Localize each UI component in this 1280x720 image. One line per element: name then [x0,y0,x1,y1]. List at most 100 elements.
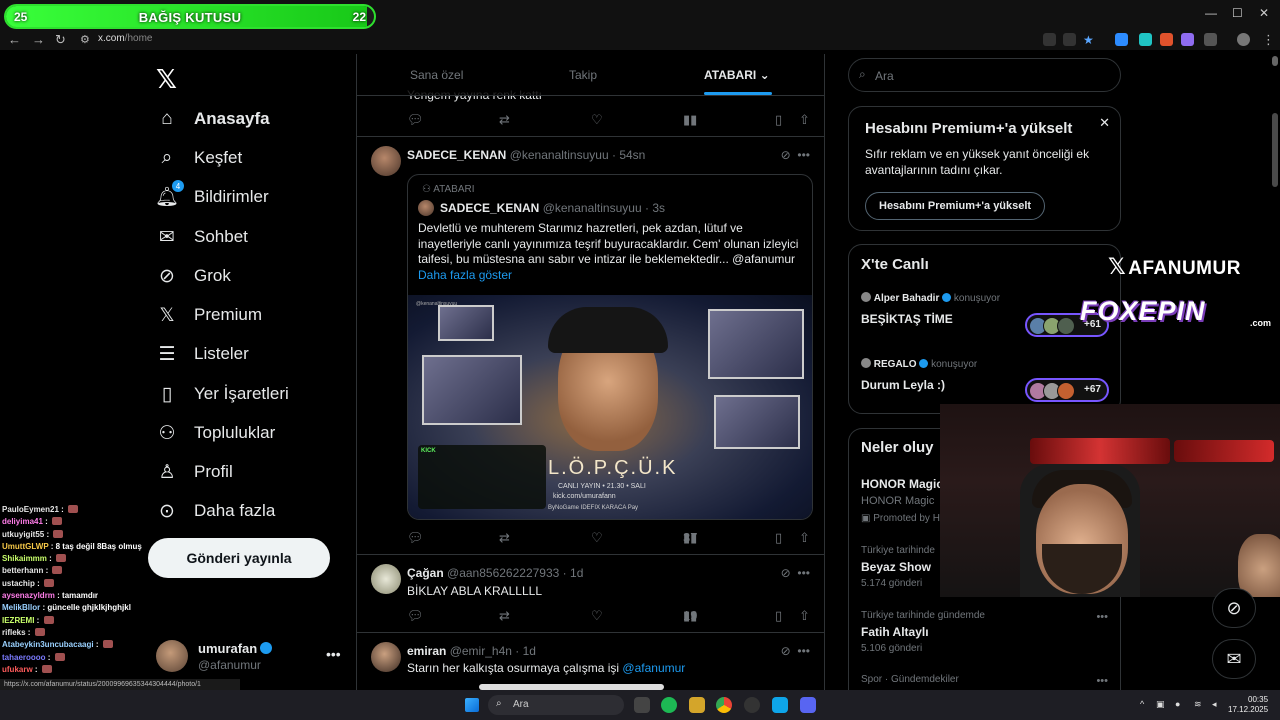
extension-teal-icon[interactable] [1139,33,1152,46]
grok-icon[interactable]: ⊘ [781,566,791,580]
chat-line: Atabeykin3uncubacaagi : [2,639,152,651]
grok-icon[interactable]: ⊘ [781,644,791,658]
reload-icon[interactable]: ↻ [55,32,66,48]
views-icon[interactable]: ▮▮ [683,112,697,128]
profile-avatar-icon[interactable] [1237,33,1250,46]
nav-messages[interactable]: ✉ Sohbet [156,222,248,252]
bookmark-icon[interactable]: ▯ [775,530,782,546]
extensions-puzzle-icon[interactable] [1204,33,1217,46]
maximize-button[interactable]: ☐ [1232,6,1243,20]
x-logo-icon[interactable]: 𝕏 [156,64,177,95]
tweet-time[interactable]: 1d [570,566,583,580]
browser-menu-icon[interactable]: ⋮ [1262,32,1275,48]
search-input[interactable]: ⌕ Ara [848,58,1121,92]
extension-fox-icon[interactable] [1160,33,1173,46]
site-info-icon[interactable]: ⚙ [80,33,90,46]
show-more-link[interactable]: Daha fazla göster [418,268,512,282]
chrome-icon[interactable] [716,697,732,713]
nav-grok[interactable]: ⊘ Grok [156,261,231,291]
scrollbar-thumb[interactable] [1272,113,1278,187]
post-button[interactable]: Gönderi yayınla [148,538,330,578]
tweet-time[interactable]: 54sn [619,148,645,162]
retweet-icon[interactable]: ⇄ [499,112,510,128]
more-icon[interactable]: ••• [1096,611,1108,623]
more-icon[interactable]: ••• [797,148,810,162]
reply-icon[interactable]: 💬︎ [407,530,424,546]
account-more-icon[interactable]: ••• [326,646,341,662]
taskbar-search[interactable]: ⌕ Ara [488,695,624,715]
tab-atabari[interactable]: ATABARI ⌄ [704,68,770,82]
back-icon[interactable]: ← [8,32,21,47]
nav-bookmarks[interactable]: ▯ Yer İşaretleri [156,379,289,409]
app-icon[interactable] [772,697,788,713]
windows-start-icon[interactable] [465,698,479,712]
nav-communities[interactable]: ⚇ Topluluklar [156,418,275,448]
tweet-author[interactable]: SADECE_KENAN [407,148,506,162]
discord-icon[interactable] [800,697,816,713]
tab-for-you[interactable]: Sana özel [410,68,463,82]
share-icon[interactable]: ⇧ [799,112,810,128]
nav-notifications[interactable]: 🔔︎ 4 Bildirimler [155,180,269,212]
close-icon[interactable]: ✕ [1099,115,1110,131]
retweet-icon[interactable]: ⇄ [499,608,510,624]
url-field[interactable]: x.com/home [98,33,152,44]
mic-icon[interactable]: ● [1175,699,1180,709]
minimize-button[interactable]: — [1205,6,1217,20]
share-icon[interactable]: ⇧ [799,530,810,546]
nav-premium[interactable]: 𝕏 Premium [156,300,262,330]
messages-float-icon[interactable]: ✉ [1212,639,1256,679]
like-icon[interactable]: ♡ [591,530,603,546]
nav-lists[interactable]: ☰ Listeler [156,339,248,369]
live-listeners-pill[interactable]: +67 [1025,378,1109,402]
nav-profile[interactable]: ♙ Profil [156,457,232,487]
retweet-icon[interactable]: ⇄ [499,530,510,546]
taskbar-clock[interactable]: 00:35 17.12.2025 [1228,695,1268,715]
forward-icon[interactable]: → [32,32,45,47]
tweet-author[interactable]: emiran [407,644,446,658]
spotify-icon[interactable] [661,697,677,713]
tweet-author[interactable]: Çağan [407,566,444,580]
nav-more[interactable]: ⊙ Daha fazla [156,496,275,526]
tweet-time[interactable]: 1d [523,644,536,658]
tweet-handle[interactable]: @emir_h4n [450,644,512,658]
close-window-button[interactable]: ✕ [1259,6,1269,20]
volume-icon[interactable]: ◂ [1212,699,1217,710]
star-icon[interactable]: ★ [1083,33,1096,47]
network-icon[interactable]: ▣ [1156,699,1165,710]
wifi-icon[interactable]: ≋ [1194,699,1202,710]
quoted-tweet[interactable]: ⚇ ATABARI SADECE_KENAN @kenanaltinsuyuu … [407,174,813,520]
tweet-handle[interactable]: @kenanaltinsuyuu [510,148,609,162]
explorer-icon[interactable] [689,697,705,713]
account-switcher[interactable]: umurafan @afanumur ••• [156,640,346,676]
tweet-handle[interactable]: @aan856262227933 [447,566,559,580]
avatar[interactable] [371,146,401,176]
tweet-image[interactable]: @kenanaltinsuyuu L.Ö.P.Ç.Ü.K CANLI YAYIN… [408,295,812,519]
extension-purple-icon[interactable] [1181,33,1194,46]
more-icon[interactable]: ••• [797,644,810,658]
avatar[interactable] [371,642,401,672]
share-icon[interactable]: ⇧ [799,608,810,624]
reply-icon[interactable]: 💬︎ [407,608,424,624]
avatar[interactable] [371,564,401,594]
like-icon[interactable]: ♡ [591,608,603,624]
nav-home[interactable]: ⌂ Anasayfa [156,104,269,134]
more-icon[interactable]: ••• [797,566,810,580]
extension-m-icon[interactable] [1115,33,1128,46]
more-icon[interactable]: ••• [1096,675,1108,687]
task-view-icon[interactable] [634,697,650,713]
mention-link[interactable]: @afanumur [622,661,685,675]
zoom-icon[interactable] [1063,33,1076,46]
tray-chevron-icon[interactable]: ^ [1140,699,1144,709]
bookmark-icon[interactable]: ▯ [775,112,782,128]
grok-float-icon[interactable]: ⊘ [1212,588,1256,628]
upgrade-button[interactable]: Hesabını Premium+'a yükselt [865,192,1046,220]
like-icon[interactable]: ♡ [591,112,603,128]
bookmark-icon[interactable]: ▯ [775,608,782,624]
nav-explore[interactable]: ⌕ Keşfet [156,143,243,173]
tab-following[interactable]: Takip [569,68,597,82]
scrollbar-up[interactable] [1272,56,1278,66]
app-icon[interactable] [744,697,760,713]
reply-icon[interactable]: 💬︎ [407,112,424,128]
grok-icon[interactable]: ⊘ [781,148,791,162]
screen-icon[interactable] [1043,33,1056,46]
